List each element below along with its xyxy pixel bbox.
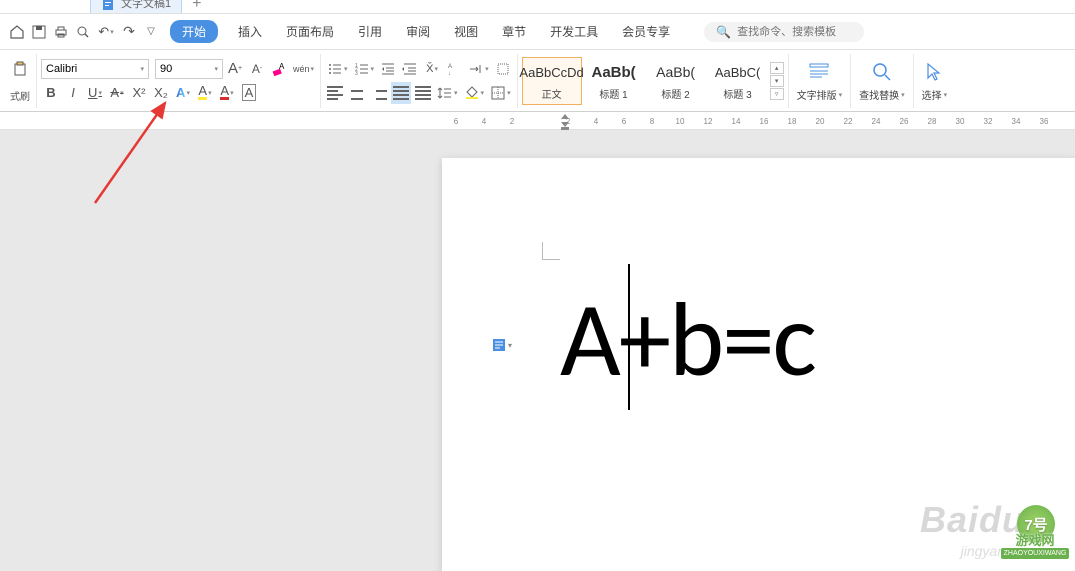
menu-start[interactable]: 开始	[170, 20, 218, 43]
doc-icon	[101, 0, 117, 11]
text-layout-button[interactable]: 文字排版	[789, 54, 852, 108]
format-brush-button[interactable]: 式刷	[8, 85, 32, 107]
svg-text:A: A	[279, 62, 285, 71]
layout-icon	[808, 59, 830, 85]
menu-review[interactable]: 审阅	[396, 19, 440, 44]
menu-chapter[interactable]: 章节	[492, 19, 536, 44]
underline-button[interactable]: U	[85, 82, 105, 104]
quick-access-toolbar: ↶ ↷ ▽	[8, 21, 160, 43]
svg-text:3: 3	[355, 71, 358, 77]
group-clipboard: 式刷	[4, 54, 37, 108]
asian-layout-button[interactable]: X̌	[422, 58, 442, 80]
redo-icon[interactable]: ↷	[120, 23, 138, 41]
align-justify-button[interactable]	[391, 82, 411, 104]
paste-button[interactable]	[8, 55, 32, 83]
bold-button[interactable]: B	[41, 82, 61, 104]
styles-scroll: ▴ ▾ ▿	[770, 62, 784, 100]
menu-insert[interactable]: 插入	[228, 19, 272, 44]
clear-format-button[interactable]: A	[269, 58, 289, 80]
watermark-site-badge: 7号 游戏网 ZHAOYOUXIWANG	[1001, 505, 1069, 563]
bullets-button[interactable]	[325, 58, 350, 80]
style-heading2[interactable]: AaBb( 标题 2	[646, 57, 706, 105]
superscript-button[interactable]: X²	[129, 82, 149, 104]
align-center-button[interactable]	[347, 82, 367, 104]
increase-indent-button[interactable]	[400, 58, 420, 80]
select-button[interactable]: 选择	[914, 54, 956, 108]
highlight-color-button[interactable]: A	[195, 82, 215, 104]
numbering-button[interactable]: 123	[352, 58, 377, 80]
font-color-button[interactable]: A	[217, 82, 237, 104]
show-marks-button[interactable]	[493, 58, 513, 80]
align-left-button[interactable]	[325, 82, 345, 104]
sort-button[interactable]: A↓	[444, 58, 464, 80]
menu-references[interactable]: 引用	[348, 19, 392, 44]
tab-label: 文字文稿1	[121, 0, 171, 11]
search-input[interactable]	[737, 26, 852, 38]
subscript-button[interactable]: X₂	[151, 82, 171, 104]
borders-button[interactable]	[488, 82, 513, 104]
increase-font-button[interactable]: A+	[225, 58, 245, 80]
document-body-text[interactable]: A+b=c	[560, 288, 815, 393]
styles-scroll-down[interactable]: ▾	[770, 75, 784, 87]
ribbon-toolbar: 式刷 Calibri 90 A+ A- A wén B I U A X² X₂ …	[0, 50, 1075, 112]
undo-icon[interactable]: ↶	[96, 21, 116, 43]
find-replace-button[interactable]: 查找替换	[851, 54, 914, 108]
tab-settings-button[interactable]	[466, 58, 491, 80]
decrease-font-button[interactable]: A-	[247, 58, 267, 80]
style-heading1[interactable]: AaBb( 标题 1	[584, 57, 644, 105]
char-shading-button[interactable]: A	[239, 82, 259, 104]
group-paragraph: 123 X̌ A↓	[321, 54, 518, 108]
tab-active-document[interactable]: 文字文稿1	[90, 0, 182, 13]
print-icon[interactable]	[52, 23, 70, 41]
more-qat-icon[interactable]: ▽	[142, 23, 160, 41]
styles-gallery: AaBbCcDd 正文 AaBb( 标题 1 AaBb( 标题 2 AaBbC(…	[518, 54, 789, 108]
tab-bar: 文字文稿1 +	[0, 0, 1075, 14]
style-normal[interactable]: AaBbCcDd 正文	[522, 57, 582, 105]
save-icon[interactable]	[30, 23, 48, 41]
document-canvas[interactable]: ▾ A+b=c	[0, 130, 1075, 571]
align-right-button[interactable]	[369, 82, 389, 104]
style-heading3[interactable]: AaBbC( 标题 3	[708, 57, 768, 105]
print-preview-icon[interactable]	[74, 23, 92, 41]
menu-member[interactable]: 会员专享	[612, 19, 680, 44]
font-size-combo[interactable]: 90	[155, 59, 223, 79]
tab-previous[interactable]	[10, 9, 30, 13]
line-spacing-button[interactable]	[435, 82, 460, 104]
menu-search[interactable]: 🔍	[704, 22, 864, 42]
margin-corner-icon	[542, 242, 560, 260]
cursor-icon	[923, 59, 945, 85]
home-icon[interactable]	[8, 23, 26, 41]
group-font: Calibri 90 A+ A- A wén B I U A X² X₂ A A…	[37, 54, 321, 108]
phonetic-guide-button[interactable]: wén	[291, 58, 316, 80]
menu-bar: ↶ ↷ ▽ 开始 插入 页面布局 引用 审阅 视图 章节 开发工具 会员专享 🔍	[0, 14, 1075, 50]
menu-view[interactable]: 视图	[444, 19, 488, 44]
search-icon: 🔍	[716, 25, 731, 39]
styles-scroll-up[interactable]: ▴	[770, 62, 784, 74]
indent-marker[interactable]	[561, 114, 569, 130]
strikethrough-button[interactable]: A	[107, 82, 127, 104]
menu-page-layout[interactable]: 页面布局	[276, 19, 344, 44]
menu-dev-tools[interactable]: 开发工具	[540, 19, 608, 44]
watermark-jingyan: jingyan	[961, 543, 1005, 559]
magnifier-icon	[871, 59, 893, 85]
tab-add-button[interactable]: +	[182, 0, 211, 13]
text-cursor	[628, 264, 630, 410]
italic-button[interactable]: I	[63, 82, 83, 104]
styles-expand[interactable]: ▿	[770, 88, 784, 100]
svg-text:A: A	[448, 64, 452, 70]
align-distribute-button[interactable]	[413, 82, 433, 104]
decrease-indent-button[interactable]	[378, 58, 398, 80]
svg-text:↓: ↓	[448, 71, 451, 77]
text-effects-button[interactable]: A	[173, 82, 193, 104]
horizontal-ruler[interactable]: 6 4 2 2 4 6 8 10 12 14 16 18 20 22 24 26…	[0, 112, 1075, 130]
paragraph-options-button[interactable]: ▾	[492, 336, 514, 354]
shading-button[interactable]	[462, 82, 487, 104]
font-name-combo[interactable]: Calibri	[41, 59, 149, 79]
